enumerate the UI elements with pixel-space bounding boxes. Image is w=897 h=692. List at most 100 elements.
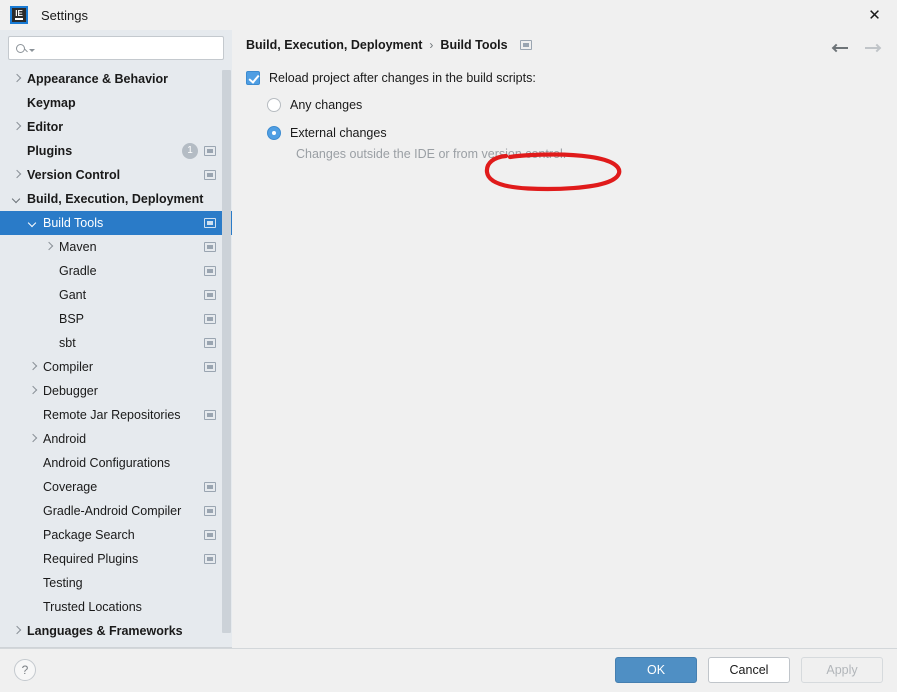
sidebar-item-android[interactable]: Android — [0, 427, 232, 451]
sidebar-item-languages-frameworks[interactable]: Languages & Frameworks — [0, 619, 232, 643]
sidebar-item-adornments — [204, 314, 216, 324]
settings-page-icon — [204, 290, 216, 300]
radio-row-any-changes[interactable]: Any changes — [267, 94, 883, 116]
back-arrow-icon[interactable] — [831, 41, 850, 55]
sidebar-item-adornments — [204, 506, 216, 516]
sidebar-item-appearance-behavior[interactable]: Appearance & Behavior — [0, 67, 232, 91]
sidebar-item-package-search[interactable]: Package Search — [0, 523, 232, 547]
reload-project-checkbox[interactable] — [246, 71, 260, 85]
sidebar-item-plugins[interactable]: Plugins 1 — [0, 139, 232, 163]
sidebar-item-adornments — [204, 362, 216, 372]
sidebar-item-adornments — [204, 338, 216, 348]
settings-page-icon — [519, 40, 532, 50]
radio-external-changes[interactable] — [267, 126, 281, 140]
help-button[interactable]: ? — [14, 659, 36, 681]
settings-sidebar: Appearance & Behavior Keymap Editor Plugins… — [0, 30, 232, 648]
sidebar-item-adornments — [204, 242, 216, 252]
sidebar-item-build-execution-deployment[interactable]: Build, Execution, Deployment — [0, 187, 232, 211]
dialog-footer: ? OK Cancel Apply — [0, 648, 897, 692]
search-input[interactable] — [35, 40, 217, 56]
forward-arrow-icon[interactable] — [863, 41, 882, 55]
sidebar-item-label: Editor — [27, 120, 64, 134]
close-icon[interactable]: ✕ — [852, 0, 897, 30]
apply-button[interactable]: Apply — [801, 657, 883, 683]
sidebar-item-bsp[interactable]: BSP — [0, 307, 232, 331]
sidebar-item-label: Appearance & Behavior — [27, 72, 169, 86]
sidebar-item-editor[interactable]: Editor — [0, 115, 232, 139]
sidebar-item-adornments — [204, 482, 216, 492]
sidebar-item-required-plugins[interactable]: Required Plugins — [0, 547, 232, 571]
sidebar-item-trusted-locations[interactable]: Trusted Locations — [0, 595, 232, 619]
sidebar-item-label: Android Configurations — [43, 456, 171, 470]
sidebar-item-label: Package Search — [43, 528, 135, 542]
sidebar-item-compiler[interactable]: Compiler — [0, 355, 232, 379]
sidebar-item-label: Plugins — [27, 144, 73, 158]
sidebar-item-gradle-android-compiler[interactable]: Gradle-Android Compiler — [0, 499, 232, 523]
breadcrumb-root[interactable]: Build, Execution, Deployment — [246, 38, 422, 52]
settings-tree[interactable]: Appearance & Behavior Keymap Editor Plugins… — [0, 67, 232, 647]
sidebar-item-adornments: 1 — [182, 143, 216, 159]
chevron-down-icon[interactable] — [12, 194, 23, 205]
settings-page-icon — [204, 338, 216, 348]
sidebar-item-android-configurations[interactable]: Android Configurations — [0, 451, 232, 475]
app-icon-underline — [15, 18, 23, 20]
sidebar-item-adornments — [204, 530, 216, 540]
sidebar-item-label: Gant — [59, 288, 87, 302]
chevron-right-icon[interactable] — [12, 74, 23, 85]
settings-page-icon — [204, 554, 216, 564]
chevron-right-icon[interactable] — [12, 626, 23, 637]
cancel-button[interactable]: Cancel — [708, 657, 790, 683]
sidebar-item-adornments — [204, 266, 216, 276]
chevron-right-icon[interactable] — [28, 386, 39, 397]
sidebar-scrollbar[interactable] — [222, 67, 231, 647]
chevron-right-icon[interactable] — [28, 362, 39, 373]
navigation-arrows — [831, 41, 882, 55]
window-title: Settings — [41, 7, 88, 23]
sidebar-item-label: sbt — [59, 336, 76, 350]
sidebar-item-version-control[interactable]: Version Control — [0, 163, 232, 187]
update-count-badge: 1 — [182, 143, 198, 159]
search-box[interactable] — [8, 36, 224, 60]
radio-row-external-changes[interactable]: External changes — [267, 122, 883, 144]
settings-page-icon — [204, 266, 216, 276]
sidebar-item-label: Remote Jar Repositories — [43, 408, 181, 422]
chevron-right-icon[interactable] — [12, 170, 23, 181]
sidebar-item-keymap[interactable]: Keymap — [0, 91, 232, 115]
reload-project-checkbox-row[interactable]: Reload project after changes in the buil… — [246, 68, 883, 88]
sidebar-item-label: BSP — [59, 312, 85, 326]
ok-button[interactable]: OK — [615, 657, 697, 683]
chevron-right-icon[interactable] — [12, 122, 23, 133]
sidebar-item-sbt[interactable]: sbt — [0, 331, 232, 355]
radio-label-any-changes: Any changes — [290, 98, 363, 112]
chevron-right-icon[interactable] — [28, 434, 39, 445]
chevron-down-icon[interactable] — [28, 218, 39, 229]
sidebar-scrollbar-thumb[interactable] — [222, 70, 231, 633]
radio-label-external-changes: External changes — [290, 126, 387, 140]
settings-page-icon — [204, 530, 216, 540]
sidebar-item-label: Android — [43, 432, 87, 446]
settings-dialog: IE Settings ✕ Appearance & Behavior Keyma… — [0, 0, 897, 692]
chevron-right-icon[interactable] — [44, 242, 55, 253]
sidebar-item-testing[interactable]: Testing — [0, 571, 232, 595]
sidebar-item-debugger[interactable]: Debugger — [0, 379, 232, 403]
sidebar-item-build-tools[interactable]: Build Tools — [0, 211, 232, 235]
search-icon — [16, 43, 25, 53]
sidebar-item-adornments — [204, 218, 216, 228]
sidebar-item-maven[interactable]: Maven — [0, 235, 232, 259]
radio-any-changes[interactable] — [267, 98, 281, 112]
sidebar-item-gradle[interactable]: Gradle — [0, 259, 232, 283]
sidebar-item-remote-jar-repositories[interactable]: Remote Jar Repositories — [0, 403, 232, 427]
sidebar-item-gant[interactable]: Gant — [0, 283, 232, 307]
sidebar-item-adornments — [204, 410, 216, 420]
sidebar-item-coverage[interactable]: Coverage — [0, 475, 232, 499]
